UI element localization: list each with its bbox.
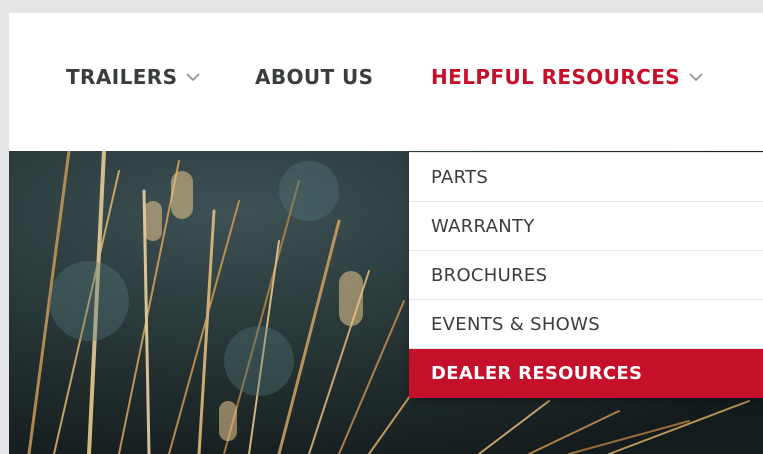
dropdown-item-dealer-resources[interactable]: DEALER RESOURCES	[409, 349, 763, 398]
dropdown-item-warranty[interactable]: WARRANTY	[409, 202, 763, 251]
page-frame: TRAILERS ABOUT US HELPFUL RESOURCES PART…	[9, 13, 763, 454]
nav-item-label: TRAILERS	[66, 65, 178, 89]
chevron-down-icon	[186, 72, 200, 82]
helpful-resources-dropdown: PARTS WARRANTY BROCHURES EVENTS & SHOWS …	[409, 152, 763, 398]
nav-item-label: ABOUT US	[255, 65, 374, 89]
dropdown-item-brochures[interactable]: BROCHURES	[409, 251, 763, 300]
dropdown-item-events-shows[interactable]: EVENTS & SHOWS	[409, 300, 763, 349]
main-navbar: TRAILERS ABOUT US HELPFUL RESOURCES	[9, 13, 763, 151]
chevron-down-icon	[689, 72, 703, 82]
nav-item-about-us[interactable]: ABOUT US	[255, 65, 373, 89]
nav-item-label: HELPFUL RESOURCES	[431, 65, 681, 89]
nav-item-trailers[interactable]: TRAILERS	[66, 65, 200, 89]
dropdown-item-parts[interactable]: PARTS	[409, 153, 763, 202]
nav-item-helpful-resources[interactable]: HELPFUL RESOURCES	[431, 65, 703, 89]
